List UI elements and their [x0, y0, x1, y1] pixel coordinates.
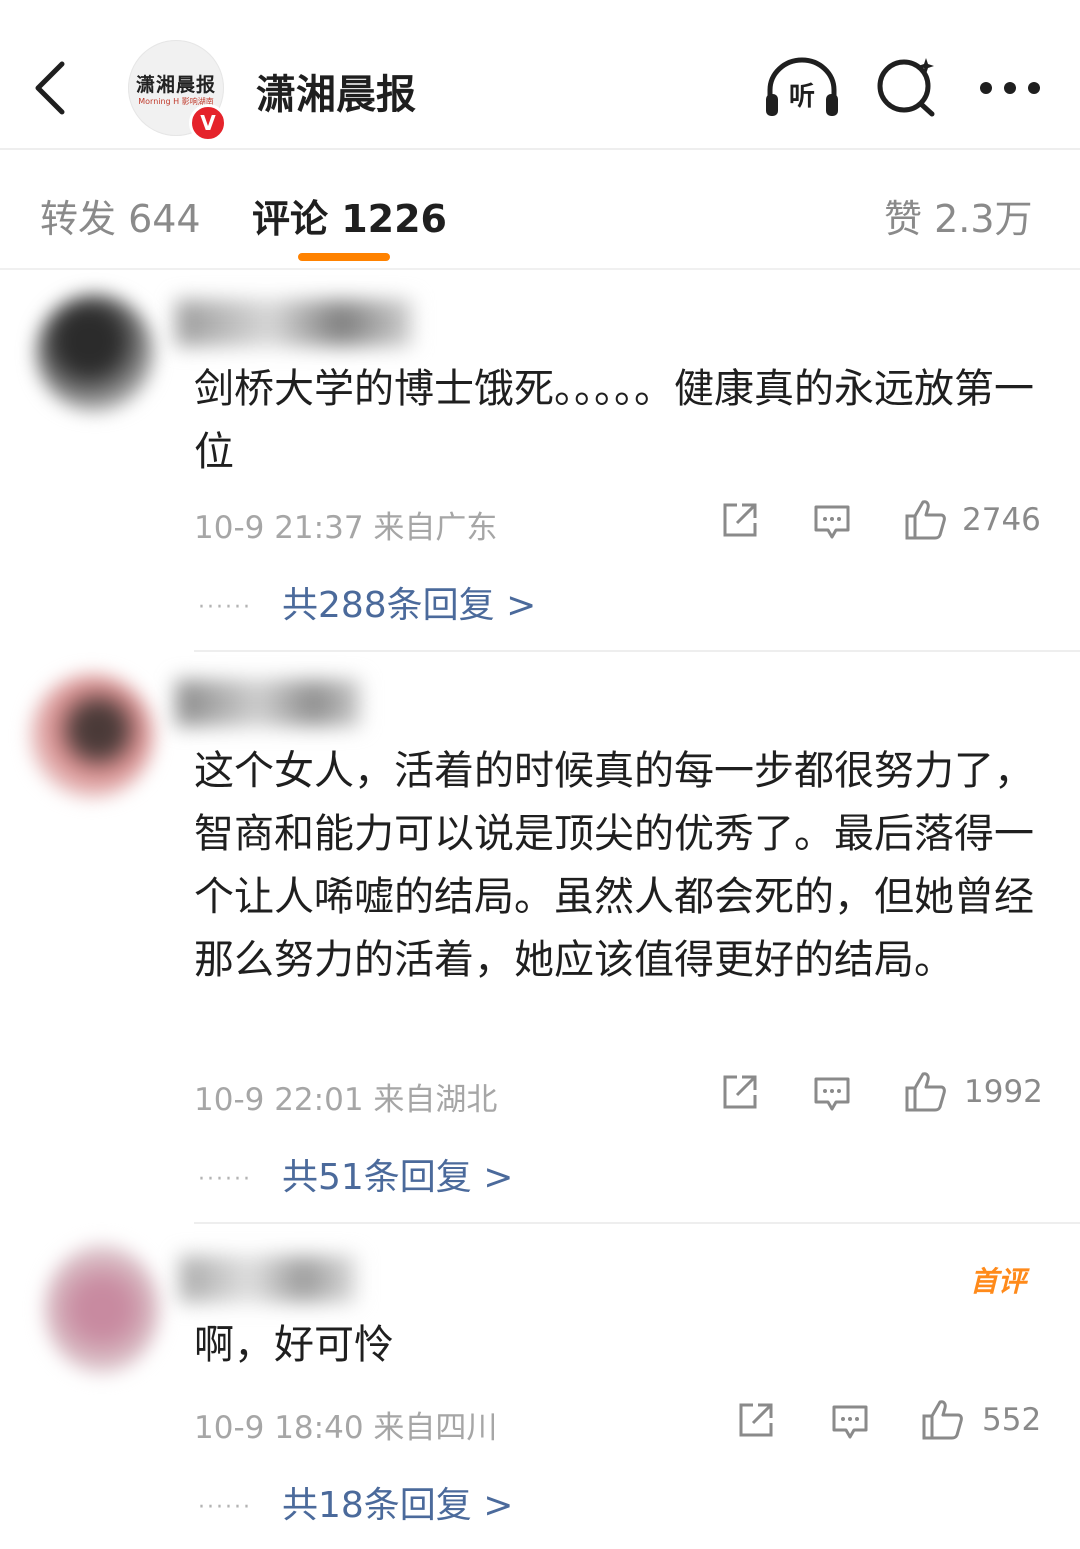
commenter-name[interactable]: [176, 680, 360, 726]
like-icon[interactable]: [903, 498, 947, 542]
share-icon[interactable]: [720, 500, 760, 540]
like-count: 552: [982, 1402, 1042, 1438]
divider: [194, 650, 1080, 652]
account-name[interactable]: 潇湘晨报: [256, 62, 416, 120]
active-tab-indicator: [298, 253, 390, 261]
listen-headphones-icon[interactable]: 听: [762, 54, 842, 120]
commenter-name[interactable]: [180, 1256, 356, 1302]
like-count: 2746: [962, 502, 1041, 538]
divider: [194, 1222, 1080, 1224]
back-arrow-icon[interactable]: [28, 58, 72, 118]
replies-label: 共18条回复 >: [281, 1485, 514, 1526]
comment-meta: 10-9 21:37 来自广东: [194, 510, 498, 546]
dots-decoration: ······: [198, 1494, 252, 1520]
top-bar: 潇湘晨报 Morning H 影响湖南 V 潇湘晨报 听: [0, 0, 1080, 150]
dots-decoration: ······: [198, 594, 252, 620]
share-icon[interactable]: [736, 1400, 776, 1440]
comment-icon[interactable]: [812, 502, 852, 542]
comment-text: 啊，好可怜: [194, 1322, 394, 1368]
commenter-name[interactable]: [176, 300, 412, 346]
comment-meta: 10-9 22:01 来自湖北: [194, 1082, 498, 1118]
tab-likes[interactable]: 赞 2.3万: [884, 188, 1033, 243]
like-icon[interactable]: [920, 1398, 964, 1442]
comment-text: 剑桥大学的博士饿死。。。。。健康真的永远放第一位: [194, 366, 1034, 475]
commenter-avatar[interactable]: [36, 294, 154, 412]
commenter-avatar[interactable]: [30, 674, 154, 798]
comment-icon[interactable]: [812, 1074, 852, 1114]
tab-bar: 转发 644 评论 1226 赞 2.3万: [0, 150, 1080, 270]
like-icon[interactable]: [903, 1070, 947, 1114]
view-replies-link[interactable]: ······ 共51条回复 >: [198, 1148, 513, 1200]
account-logo-text: 潇湘晨报: [135, 74, 216, 96]
replies-label: 共288条回复 >: [281, 585, 537, 626]
replies-label: 共51条回复 >: [281, 1157, 514, 1198]
listen-label: 听: [789, 82, 815, 112]
first-comment-badge: 首评: [970, 1265, 1027, 1298]
comment-meta: 10-9 18:40 来自四川: [194, 1410, 498, 1446]
tab-repost[interactable]: 转发 644: [40, 188, 201, 243]
comment-text: 这个女人，活着的时候真的每一步都很努力了，智商和能力可以说是顶尖的优秀了。最后落…: [194, 748, 1034, 983]
tab-comments[interactable]: 评论 1226: [252, 188, 447, 243]
share-icon[interactable]: [720, 1072, 760, 1112]
view-replies-link[interactable]: ······ 共18条回复 >: [198, 1476, 513, 1528]
dots-decoration: ······: [198, 1166, 252, 1192]
search-icon[interactable]: [874, 54, 940, 120]
view-replies-link[interactable]: ······ 共288条回复 >: [198, 576, 536, 628]
like-count: 1992: [964, 1074, 1043, 1110]
comment-icon[interactable]: [830, 1402, 870, 1442]
verified-badge: V: [189, 104, 227, 142]
more-icon[interactable]: [978, 78, 1042, 98]
commenter-avatar[interactable]: [44, 1244, 160, 1374]
